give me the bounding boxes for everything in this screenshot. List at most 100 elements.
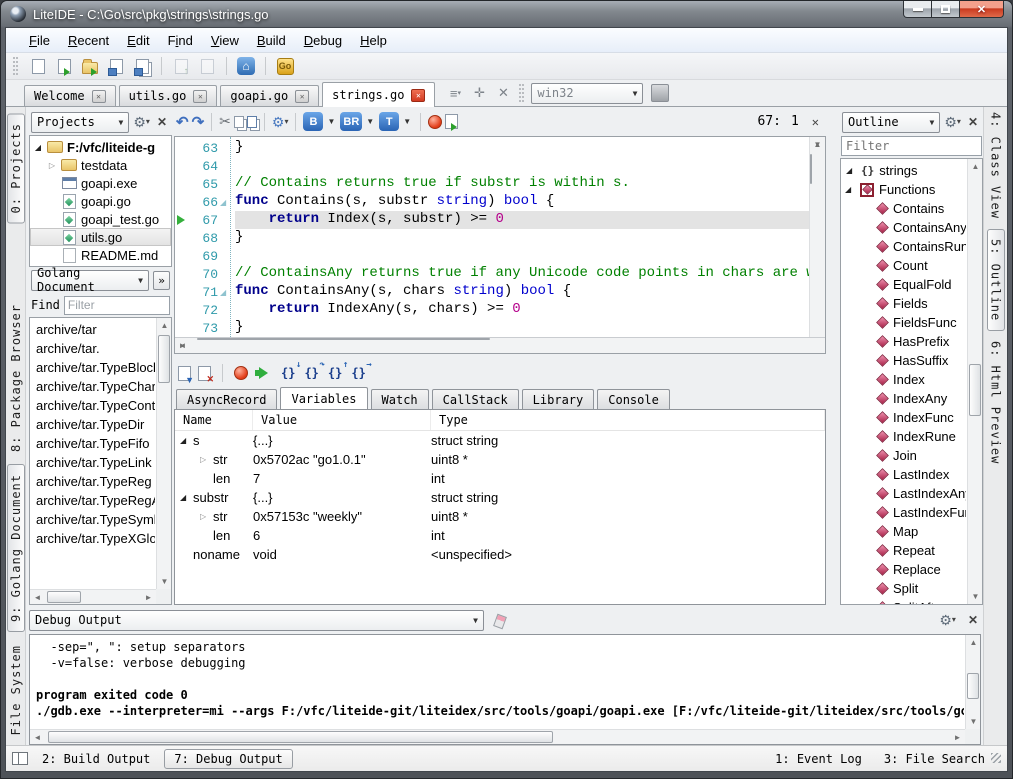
close-panel-icon[interactable]: ✕ — [965, 613, 981, 627]
outline-function-row[interactable]: Repeat — [841, 541, 966, 560]
debug-tab[interactable]: Watch — [371, 389, 429, 409]
scrollbar-thumb[interactable] — [810, 154, 812, 184]
run-file-icon[interactable] — [445, 114, 458, 129]
outline-function-row[interactable]: FieldsFunc — [841, 313, 966, 332]
scrollbar-thumb[interactable] — [967, 673, 979, 699]
variable-row[interactable]: substr {...} struct string — [175, 488, 825, 507]
import-button[interactable] — [196, 55, 218, 77]
minimize-button[interactable] — [903, 1, 932, 18]
copy-icon[interactable] — [234, 116, 244, 128]
editor-tab[interactable]: Welcome ✕ — [24, 85, 116, 106]
tree-expander-icon[interactable] — [33, 143, 43, 152]
gutter-line[interactable]: 73 — [175, 319, 230, 337]
breakpoint-icon[interactable] — [234, 366, 248, 380]
code-line[interactable]: func Contains(s, substr string) bool { — [235, 193, 809, 211]
outline-function-row[interactable]: HasPrefix — [841, 332, 966, 351]
status-panel-toggle[interactable]: 7: Debug Output — [164, 749, 292, 769]
code-line[interactable] — [235, 247, 809, 265]
scroll-right-icon[interactable]: ► — [950, 730, 965, 745]
close-button[interactable]: ✕ — [959, 1, 1004, 18]
document-list-item[interactable]: archive/tar.TypeSymlink — [30, 510, 155, 529]
tree-expander-icon[interactable] — [200, 455, 210, 464]
step-out-icon[interactable]: {} — [328, 366, 344, 380]
scrollbar-thumb[interactable] — [47, 591, 81, 603]
export-button[interactable] — [170, 55, 192, 77]
scroll-down-icon[interactable]: ▼ — [157, 574, 172, 589]
paste-icon[interactable] — [247, 116, 257, 128]
scrollbar-thumb[interactable] — [48, 731, 553, 743]
build-target-combo[interactable]: win32 ▼ — [531, 83, 643, 104]
code-line[interactable]: func ContainsAny(s, chars string) bool { — [235, 283, 809, 301]
document-list-item[interactable]: archive/tar.TypeCont — [30, 396, 155, 415]
editor-vertical-scrollbar[interactable]: ▲ ▼ — [809, 137, 825, 337]
scroll-up-icon[interactable]: ▲ — [966, 635, 981, 650]
sidebar-tab-outline[interactable]: 5: Outline — [987, 229, 1005, 331]
outline-filter-input[interactable] — [841, 136, 982, 156]
outline-combo[interactable]: Outline ▼ — [842, 112, 940, 133]
build-config-button[interactable] — [651, 84, 669, 102]
tree-row[interactable]: F:/vfc/liteide-g — [30, 138, 171, 156]
outline-root-row[interactable]: {} strings — [841, 161, 966, 180]
outline-function-row[interactable]: IndexRune — [841, 427, 966, 446]
outline-function-row[interactable]: LastIndex — [841, 465, 966, 484]
document-list-item[interactable]: archive/tar — [30, 320, 155, 339]
tree-expander-icon[interactable] — [845, 185, 855, 194]
debug-tab[interactable]: Console — [597, 389, 670, 409]
golang-document-combo[interactable]: Golang Document ▼ — [31, 270, 149, 291]
document-list-item[interactable]: archive/tar.TypeFifo — [30, 434, 155, 453]
editor-horizontal-scrollbar[interactable]: ◄ ► — [175, 337, 825, 353]
gear-icon[interactable]: ⚙ — [133, 115, 150, 129]
scroll-up-icon[interactable]: ▲ — [968, 159, 983, 174]
variable-row[interactable]: noname void <unspecified> — [175, 545, 825, 564]
close-editor-icon[interactable]: ✕ — [809, 115, 822, 129]
clear-output-icon[interactable] — [493, 614, 506, 627]
outline-function-row[interactable]: ContainsRune — [841, 237, 966, 256]
more-button[interactable]: » — [153, 271, 170, 290]
tree-row[interactable]: README.md — [30, 246, 171, 264]
scroll-down-icon[interactable]: ▼ — [810, 137, 825, 152]
outline-function-row[interactable]: Map — [841, 522, 966, 541]
document-list-item[interactable]: archive/tar.TypeReg — [30, 472, 155, 491]
outline-vertical-scrollbar[interactable]: ▲ ▼ — [967, 159, 982, 604]
code-line[interactable]: } — [235, 139, 809, 157]
document-list-item[interactable]: archive/tar.TypeDir — [30, 415, 155, 434]
outline-function-row[interactable]: ContainsAny — [841, 218, 966, 237]
debug-output-body[interactable]: -sep=", ": setup separators -v=false: ve… — [29, 634, 981, 745]
scrollbar-thumb[interactable] — [158, 335, 170, 383]
document-list-item[interactable]: archive/tar.TypeChar — [30, 377, 155, 396]
resize-grip[interactable] — [991, 753, 1001, 763]
toolbar-drag-handle[interactable] — [13, 57, 18, 75]
menu-item[interactable]: Recent — [59, 30, 118, 51]
gutter-line[interactable]: 67 — [175, 211, 230, 229]
debug-tab[interactable]: Library — [522, 389, 595, 409]
chevron-down-icon[interactable]: ▼ — [403, 117, 411, 126]
scroll-down-icon[interactable]: ▼ — [968, 589, 983, 604]
outline-function-row[interactable]: SplitAfter — [841, 598, 966, 604]
close-panel-icon[interactable]: ✕ — [965, 115, 981, 129]
editor-tab[interactable]: goapi.go ✕ — [220, 85, 319, 106]
projects-combo[interactable]: Projects ▼ — [31, 112, 129, 133]
outline-function-row[interactable]: Join — [841, 446, 966, 465]
outline-function-row[interactable]: LastIndexAny — [841, 484, 966, 503]
step-into-icon[interactable]: {} — [281, 366, 297, 380]
maximize-button[interactable] — [932, 1, 959, 18]
layout-panes-icon[interactable] — [12, 752, 28, 765]
tab-close-icon[interactable]: ✕ — [295, 90, 309, 103]
title-button[interactable]: T — [379, 112, 399, 131]
new-tab-button[interactable]: ✛ — [468, 82, 490, 104]
cut-icon[interactable]: ✂ — [219, 113, 231, 130]
open-folder-button[interactable] — [79, 55, 101, 77]
doclist-vertical-scrollbar[interactable]: ▲ ▼ — [156, 318, 171, 589]
home-button[interactable]: ⌂ — [235, 55, 257, 77]
code-line[interactable]: } — [235, 319, 809, 337]
document-list-item[interactable]: archive/tar. — [30, 339, 155, 358]
open-file-button[interactable] — [53, 55, 75, 77]
scroll-left-icon[interactable]: ◄ — [30, 730, 45, 745]
run-to-cursor-icon[interactable]: {} — [351, 366, 367, 380]
sidebar-tab-file-system[interactable]: File System — [9, 645, 23, 735]
outline-function-row[interactable]: LastIndexFunc — [841, 503, 966, 522]
doc-filter-input[interactable] — [64, 296, 170, 315]
document-list-item[interactable]: archive/tar.TypeLink — [30, 453, 155, 472]
gutter-line[interactable]: 63 — [175, 139, 230, 157]
gutter-line[interactable]: 72 — [175, 301, 230, 319]
